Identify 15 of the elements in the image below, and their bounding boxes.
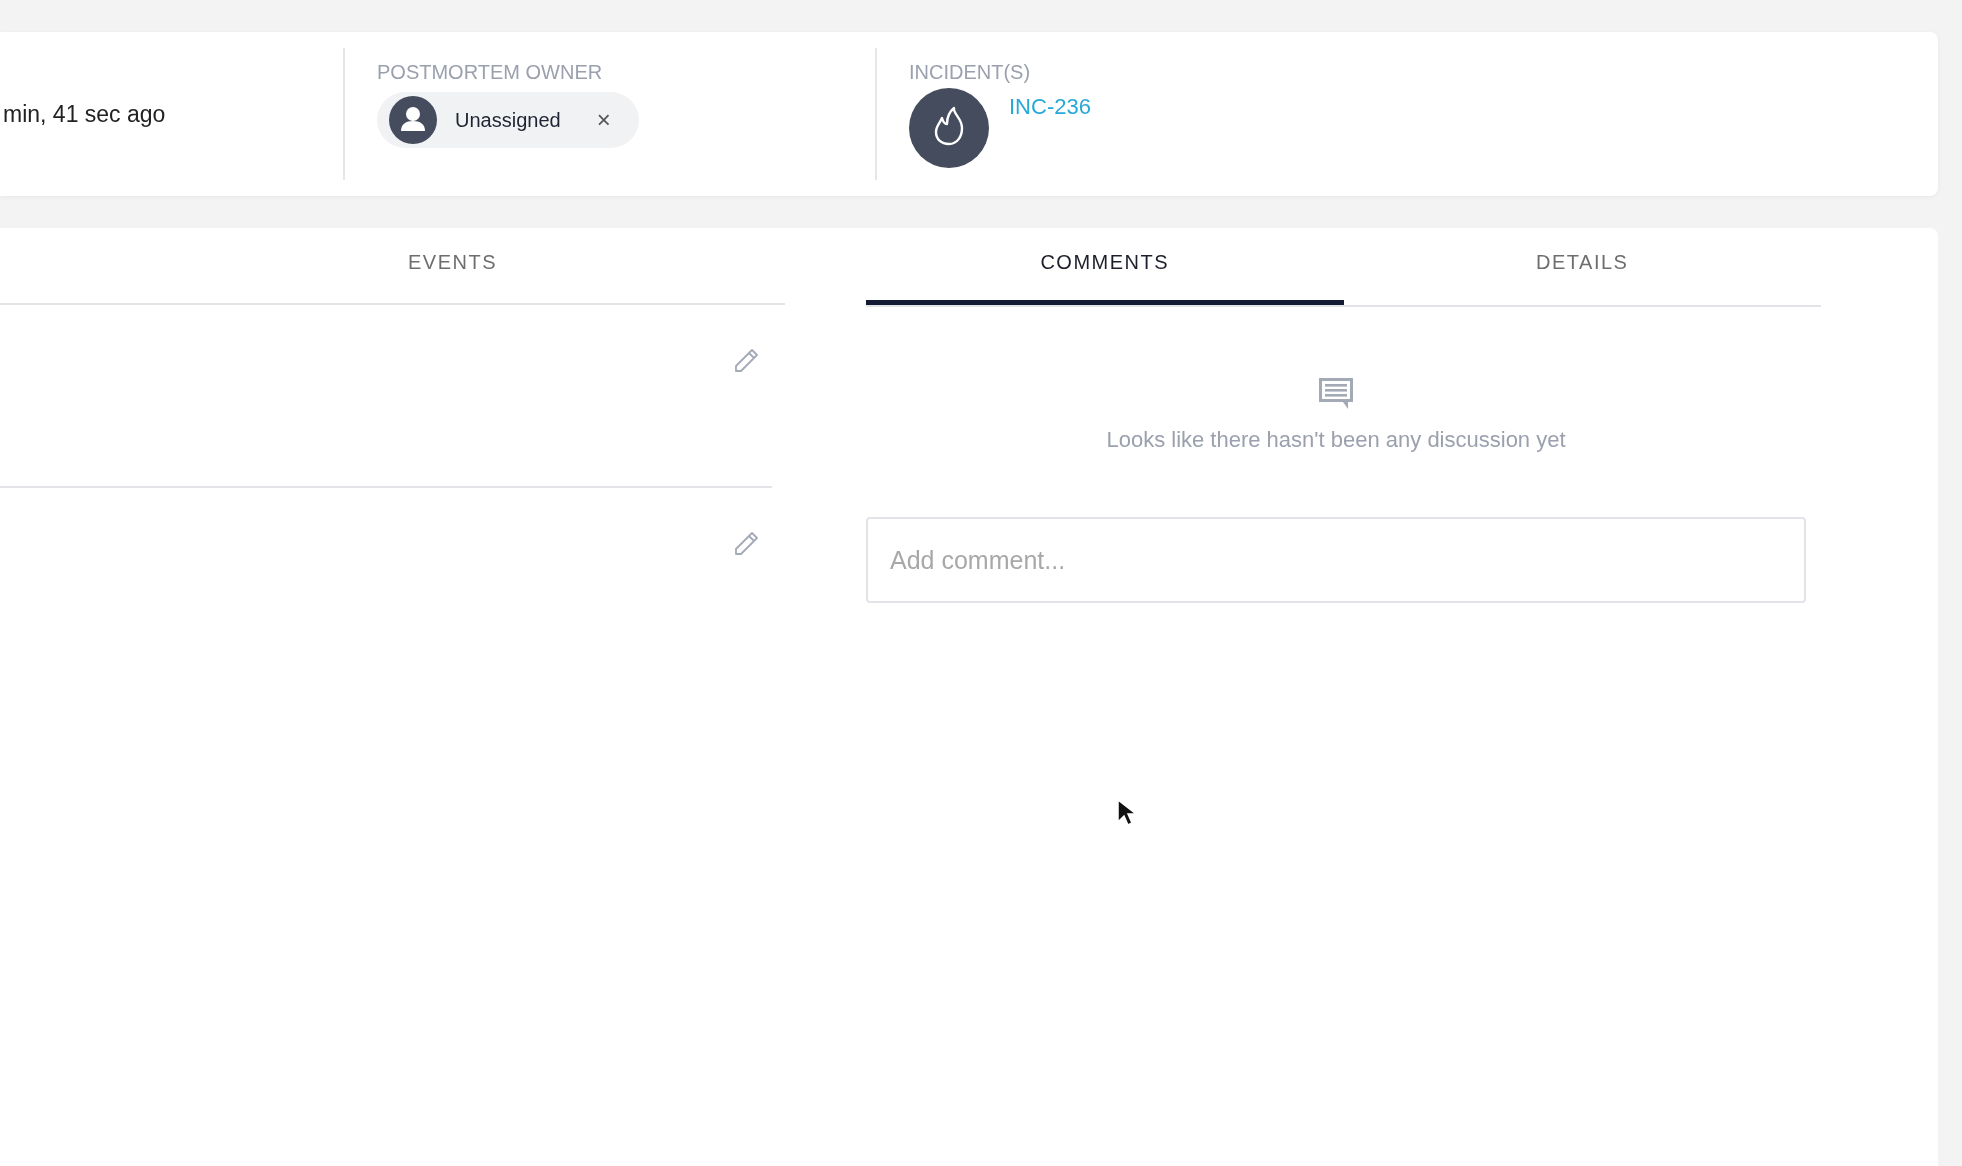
empty-comments-text: Looks like there hasn't been any discussion yet	[1106, 427, 1566, 453]
pencil-icon[interactable]	[734, 347, 760, 373]
remove-owner-button[interactable]: ×	[596, 106, 611, 134]
tab[interactable]: COMMENTS	[866, 228, 1344, 305]
time-ago-text: min, 41 sec ago	[3, 100, 167, 128]
pencil-icon[interactable]	[734, 530, 760, 556]
incidents-label: INCIDENT(S)	[909, 60, 1032, 84]
owner-name: Unassigned	[455, 108, 561, 132]
events-tab[interactable]: EVENTS	[0, 228, 785, 305]
tab[interactable]: DETAILS	[1343, 228, 1821, 305]
comment-input[interactable]: Add comment...	[866, 517, 1806, 603]
owner-chip[interactable]: Unassigned ×	[377, 92, 639, 148]
owner-label: POSTMORTEM OWNER	[377, 60, 604, 84]
user-avatar-icon	[389, 96, 437, 144]
flame-icon	[909, 88, 989, 168]
